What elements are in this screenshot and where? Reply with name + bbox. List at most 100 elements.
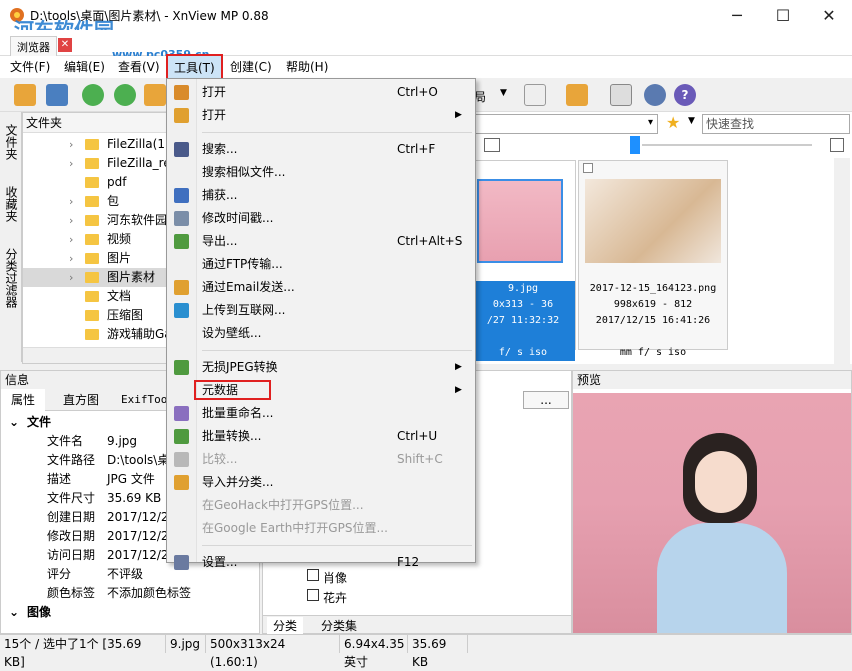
thumbnail-item[interactable]: 9.jpg 0x313 - 36 /27 11:32:32 f/ s iso [470,160,576,361]
folder-item[interactable]: 压缩图 [23,306,171,325]
menu-item[interactable]: 搜索相似文件... [167,161,475,184]
menu-item[interactable]: 打开 ▶ [167,104,475,127]
chevron-right-icon[interactable]: › [69,154,73,173]
menu-file[interactable]: 文件(F) [4,56,56,78]
menu-item-label: 上传到互联网... [202,303,286,317]
tab-histogram[interactable]: 直方图 [53,389,109,411]
chevron-right-icon[interactable]: › [69,230,73,249]
refresh-icon[interactable] [144,84,166,106]
preview-panel: 预览 [572,370,852,634]
rotate-right-icon[interactable] [114,84,136,106]
side-tab-folders[interactable]: 文件夹 [2,120,20,164]
menu-item[interactable]: 无损JPEG转换 ▶ [167,356,475,379]
section-file-label: 文件 [27,415,52,429]
side-tab-category-filter[interactable]: 分类过滤器 [2,244,20,312]
folder-label: 图片素材 [107,270,156,284]
chevron-right-icon[interactable]: › [69,268,73,287]
menu-item-label: 在Google Earth中打开GPS位置... [202,521,388,535]
menu-item-label: 修改时间戳... [202,211,274,225]
menu-item[interactable]: 捕获... [167,184,475,207]
status-inches: 6.94x4.35 英寸 [340,635,408,669]
close-button[interactable]: ✕ [806,0,852,30]
menu-item[interactable]: 设置... F12 [167,551,475,574]
menu-create[interactable]: 创建(C) [224,56,278,78]
menu-item[interactable]: 上传到互联网... [167,299,475,322]
menu-item[interactable]: 通过Email发送... [167,276,475,299]
menu-item[interactable]: 元数据 ▶ [167,379,475,402]
star-icon[interactable]: ★ [666,114,684,132]
section-image[interactable]: ⌄ 图像 [1,603,259,622]
menu-item[interactable]: 批量转换... Ctrl+U [167,425,475,448]
thumb-exif: f/ s iso [471,345,575,361]
minimize-button[interactable]: ─ [714,0,760,30]
folder-item[interactable]: › 包 [23,192,171,211]
view-mode-icon[interactable] [484,138,500,152]
tab-browser[interactable]: 浏览器 [10,36,57,56]
zoom-slider-handle[interactable] [630,136,640,154]
chevron-right-icon[interactable]: › [69,211,73,230]
folder-item[interactable]: › FileZilla(1) [23,135,171,154]
menu-item[interactable]: 通过FTP传输... [167,253,475,276]
gear-icon [174,555,189,570]
tab-category[interactable]: 分类 [267,617,304,634]
maximize-button[interactable]: ☐ [760,0,806,30]
status-count: 15个 / 选中了1个 [35.69 KB] [0,635,166,669]
status-dims: 500x313x24 (1.60:1) [206,635,340,669]
chevron-down-icon[interactable]: ▼ [500,88,507,98]
chevron-right-icon[interactable]: › [69,192,73,211]
menu-item[interactable]: 设为壁纸... [167,322,475,345]
menu-item[interactable]: 修改时间戳... [167,207,475,230]
tab-category-set[interactable]: 分类集 [315,617,363,634]
menu-help[interactable]: 帮助(H) [280,56,334,78]
bookmark-icon[interactable] [566,84,588,106]
menu-item-label: 导出... [202,234,238,248]
menu-item[interactable]: 导出... Ctrl+Alt+S [167,230,475,253]
chevron-down-icon[interactable]: ▼ [688,116,695,126]
zoom-slider-track[interactable] [642,144,812,146]
checkbox[interactable] [307,589,319,601]
folder-item[interactable]: › 图片素材 [23,268,171,287]
menu-view[interactable]: 查看(V) [112,56,166,78]
tab-properties[interactable]: 属性 [1,389,46,411]
folder-icon [85,234,99,245]
rotate-left-icon[interactable] [82,84,104,106]
folder-item[interactable]: › FileZilla_re [23,154,171,173]
preview-title: 预览 [573,371,851,389]
property-key: 描述 [47,472,72,486]
panel-toggle-icon[interactable] [830,138,844,152]
binoculars-icon [174,142,189,157]
import-icon [174,475,189,490]
menu-item[interactable]: 批量重命名... [167,402,475,425]
tab-close-icon[interactable]: ✕ [58,38,72,52]
browse-icon[interactable] [14,84,36,106]
folder-icon [85,139,99,150]
thumbnail-item[interactable]: 2017-12-15_164123.png 998x619 - 812 2017… [578,160,728,358]
folder-item[interactable]: › 视频 [23,230,171,249]
menu-edit[interactable]: 编辑(E) [58,56,111,78]
chevron-down-icon: ⌄ [9,605,20,619]
menu-item[interactable]: 导入并分类... [167,471,475,494]
folder-item[interactable]: 文档 [23,287,171,306]
thumb-checkbox[interactable] [583,163,593,173]
side-tab-favorites[interactable]: 收藏夹 [2,182,20,226]
chevron-right-icon[interactable]: › [69,249,73,268]
fullscreen-icon[interactable] [46,84,68,106]
horizontal-scrollbar[interactable] [23,347,171,363]
quick-search-input[interactable]: 快速查找 [702,114,850,134]
folder-item[interactable]: 游戏辅助Ga [23,325,171,344]
path-combo[interactable]: ▾ [470,114,658,134]
folder-item[interactable]: › 河东软件园 [23,211,171,230]
help-icon[interactable]: ? [674,84,696,106]
open-icon [174,85,189,100]
gear-icon[interactable] [644,84,666,106]
tree-icon[interactable] [610,84,632,106]
menu-item[interactable]: 搜索... Ctrl+F [167,138,475,161]
side-tabs: 文件夹 收藏夹 分类过滤器 [0,112,22,362]
chevron-right-icon[interactable]: › [69,135,73,154]
sort-icon[interactable] [524,84,546,106]
vertical-scrollbar[interactable] [834,158,850,364]
folder-item[interactable]: pdf [23,173,171,192]
category-dropdown[interactable]: ... [523,391,569,409]
folder-item[interactable]: › 图片 [23,249,171,268]
menu-item[interactable]: 打开 Ctrl+O [167,81,475,104]
